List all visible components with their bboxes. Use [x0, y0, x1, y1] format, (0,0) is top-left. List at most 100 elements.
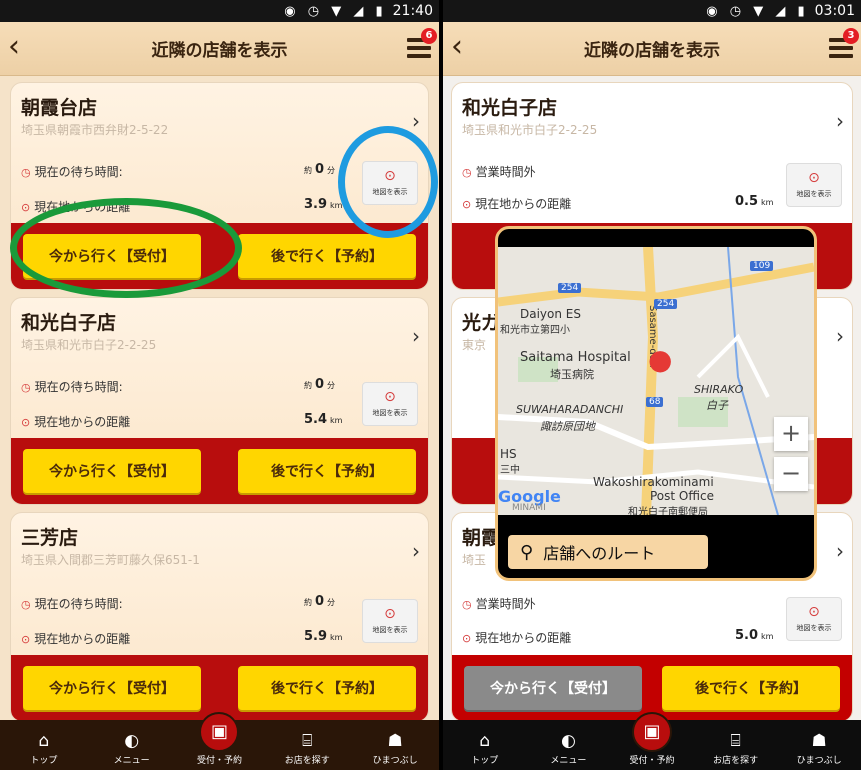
store-icon: ⌸ [302, 731, 313, 751]
map-label-hs: HS [500, 447, 517, 461]
chevron-right-icon[interactable]: › [412, 109, 420, 133]
wait-time-label: 現在の待ち時間: [34, 380, 123, 394]
zoom-in-button[interactable]: + [774, 417, 808, 451]
home-icon: ⌂ [38, 731, 50, 751]
map-popup: Daiyon ES 和光市立第四小 Saitama Hospital 埼玉病院 … [495, 226, 817, 581]
tab-reception[interactable]: ▣ 受付・予約 [177, 712, 261, 766]
store-card-miyoshi[interactable]: 三芳店 埼玉県入間郡三芳町藤久保651-1 › ◷ 現在の待ち時間: 約0分 ⊙ 現… [10, 512, 429, 722]
distance-row: ⊙ 現在地からの距離 [21, 630, 130, 647]
distance-row: ⊙ 現在地からの距離 [462, 631, 572, 645]
map-label-hospital: Saitama Hospital [520, 350, 631, 365]
store-card-asakadai[interactable]: 朝霞台店 埼玉県朝霞市西弁財2-5-22 › ◷ 現在の待ち時間: 約0分 ⊙ 現在… [10, 82, 429, 290]
tab-find-store[interactable]: ⌸ お店を探す [265, 731, 349, 766]
route-shield-68: 68 [646, 397, 664, 407]
chevron-right-icon[interactable]: › [836, 539, 844, 563]
route-shield-254a: 254 [558, 283, 582, 293]
go-now-button[interactable]: 今から行く【受付】 [23, 666, 201, 710]
show-map-button[interactable]: ⊙ 地図を表示 [362, 599, 418, 643]
route-label: 店舗へのルート [543, 544, 656, 563]
hours-row: ◷ 営業時間外 [462, 597, 536, 611]
chevron-right-icon[interactable]: › [412, 324, 420, 348]
store-address: 埼玉県入間郡三芳町藤久保651-1 [21, 553, 200, 567]
map-pin-icon: ⊙ [808, 170, 820, 186]
go-later-button[interactable]: 後で行く【予約】 [238, 449, 416, 493]
distance-row: ⊙ 現在地からの距離 [21, 413, 130, 430]
map-pin-icon: ⊙ [384, 389, 396, 405]
hamburger-menu-icon[interactable]: 3 [829, 28, 859, 58]
distance-label: 現在地からの距離 [34, 415, 131, 429]
distance-value: 5.4 km [304, 412, 343, 427]
tab-menu[interactable]: ◐ メニュー [527, 731, 611, 766]
go-later-button[interactable]: 後で行く【予約】 [238, 666, 416, 710]
route-shield-254b: 254 [654, 299, 678, 309]
reservation-icon: ▣ [199, 712, 240, 752]
go-later-button[interactable]: 後で行く【予約】 [662, 666, 840, 710]
show-map-button[interactable]: ⊙ 地図を表示 [362, 382, 418, 426]
status-bar: ◉ ◷ ▼ ◢ ▮ 21:40 [0, 0, 439, 22]
store-icon: ⌸ [730, 731, 741, 751]
status-bar: ◉ ◷ ▼ ◢ ▮ 03:01 [443, 0, 861, 22]
search-icon: ⚲ [520, 541, 534, 563]
map-label-post2: Post Office [650, 489, 714, 503]
notification-badge: 3 [843, 28, 859, 44]
app-header: ‹ 近隣の店舗を表示 3 [443, 22, 861, 76]
show-map-button[interactable]: ⊙ 地図を表示 [786, 597, 842, 641]
map-label-shirako-jp: 白子 [706, 399, 728, 412]
wait-time-label: 現在の待ち時間: [34, 165, 123, 179]
tab-find-store[interactable]: ⌸ お店を探す [694, 731, 778, 766]
map-label-hs-jp: 三中 [500, 465, 520, 476]
clock-icon: ◷ [21, 166, 31, 179]
store-card-wakoshirako[interactable]: 和光白子店 埼玉県和光市白子2-2-25 › ◷ 現在の待ち時間: 約0分 ⊙ 現在… [10, 297, 429, 505]
map-label-suwahara-jp: 諏訪原団地 [540, 420, 595, 433]
status-time: 21:40 [392, 3, 433, 19]
zoom-out-button[interactable]: − [774, 457, 808, 491]
show-map-button[interactable]: ⊙ 地図を表示 [786, 163, 842, 207]
go-now-button[interactable]: 今から行く【受付】 [23, 234, 201, 278]
wait-time-label: 現在の待ち時間: [34, 597, 123, 611]
wait-time-row: ◷ 現在の待ち時間: [21, 378, 123, 395]
pin-icon: ⊙ [462, 632, 472, 645]
store-location-pin-icon[interactable]: ● [648, 343, 672, 376]
clock-icon: ◷ [462, 598, 472, 611]
chevron-right-icon[interactable]: › [836, 109, 844, 133]
home-icon: ⌂ [479, 731, 491, 751]
distance-row: ⊙ 現在地からの距離 [21, 198, 130, 215]
chevron-right-icon[interactable]: › [836, 324, 844, 348]
sushi-plate-icon: ◐ [560, 731, 576, 751]
bottom-tab-bar: ⌂ トップ ◐ メニュー ▣ 受付・予約 ⌸ お店を探す ☗ ひまつぶし [443, 712, 861, 770]
store-name: 和光白子店 [21, 312, 117, 334]
go-now-button[interactable]: 今から行く【受付】 [464, 666, 642, 710]
tab-reception[interactable]: ▣ 受付・予約 [610, 712, 694, 766]
tab-top[interactable]: ⌂ トップ [443, 731, 527, 766]
wait-time-row: ◷ 現在の待ち時間: [21, 163, 123, 180]
hours-row: ◷ 営業時間外 [462, 165, 536, 179]
bottom-tab-bar: ⌂ トップ ◐ メニュー ▣ 受付・予約 ⌸ お店を探す ☗ ひまつぶし [0, 712, 439, 770]
distance-row: ⊙ 現在地からの距離 [462, 197, 572, 211]
store-name: 朝霞台店 [21, 97, 98, 119]
tab-menu[interactable]: ◐ メニュー [90, 731, 174, 766]
status-icons: ◉ ◷ ▼ ◢ ▮ [706, 3, 809, 19]
distance-value: 0.5 km [735, 194, 774, 209]
wait-time-row: ◷ 現在の待ち時間: [21, 595, 123, 612]
route-to-store-button[interactable]: ⚲ 店舗へのルート [508, 535, 708, 569]
tab-games[interactable]: ☗ ひまつぶし [353, 731, 437, 766]
reservation-icon: ▣ [631, 712, 672, 752]
tab-games[interactable]: ☗ ひまつぶし [777, 731, 861, 766]
back-icon[interactable]: ‹ [8, 32, 20, 62]
map-view[interactable]: Daiyon ES 和光市立第四小 Saitama Hospital 埼玉病院 … [498, 247, 814, 515]
status-time: 03:01 [814, 3, 855, 19]
sushi-plate-icon: ◐ [124, 731, 140, 751]
map-label-hospital-jp: 埼玉病院 [550, 368, 594, 381]
distance-value: 5.0 km [735, 628, 774, 643]
tab-top[interactable]: ⌂ トップ [2, 731, 86, 766]
back-icon[interactable]: ‹ [451, 32, 463, 62]
clock-icon: ◷ [21, 598, 31, 611]
store-address: 東京 [462, 338, 487, 352]
go-now-button[interactable]: 今から行く【受付】 [23, 449, 201, 493]
store-address: 埼玉県和光市白子2-2-25 [21, 338, 157, 352]
store-address: 埼玉県和光市白子2-2-25 [462, 123, 598, 137]
go-later-button[interactable]: 後で行く【予約】 [238, 234, 416, 278]
show-map-button[interactable]: ⊙ 地図を表示 [362, 161, 418, 205]
chevron-right-icon[interactable]: › [412, 539, 420, 563]
hamburger-menu-icon[interactable]: 6 [407, 28, 437, 58]
